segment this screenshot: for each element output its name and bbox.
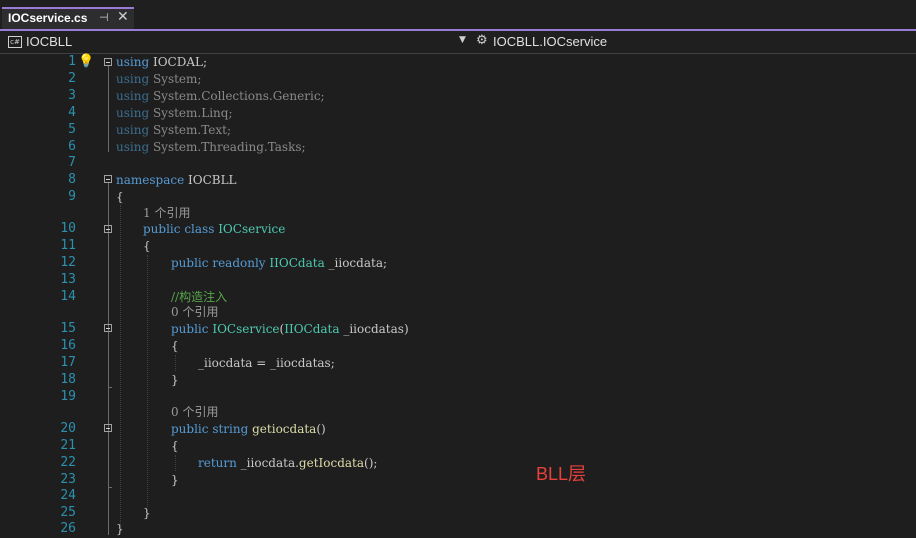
- line-number: 16: [60, 338, 76, 353]
- code-line[interactable]: public readonly IIOCdata _iiocdata;: [171, 255, 387, 272]
- class-type-icon: ⚙: [476, 33, 488, 48]
- indent-guide: [120, 205, 121, 525]
- collapse-icon[interactable]: [104, 225, 112, 233]
- project-label: IOCBLL: [26, 34, 73, 49]
- tab-title: IOCservice.cs: [8, 11, 88, 25]
- fold-end: [108, 387, 112, 388]
- line-number: 19: [60, 389, 76, 404]
- code-line[interactable]: return _iiocdata.getIocdata();: [198, 455, 377, 472]
- codelens-references[interactable]: 0 个引用: [171, 404, 218, 421]
- code-line[interactable]: }: [171, 372, 179, 389]
- line-number: 1: [68, 54, 76, 69]
- line-number: 2: [68, 71, 76, 86]
- line-number: 14: [60, 289, 76, 304]
- tab-strip: IOCservice.cs ⊣ ✕: [0, 0, 916, 29]
- codelens-references[interactable]: 0 个引用: [171, 304, 218, 321]
- line-number: 24: [60, 488, 76, 503]
- close-icon[interactable]: ✕: [117, 9, 129, 25]
- chevron-down-icon[interactable]: ▼: [459, 35, 466, 45]
- code-line[interactable]: }: [143, 505, 151, 522]
- line-number: 10: [60, 221, 76, 236]
- code-line[interactable]: using System.Linq;: [116, 105, 233, 122]
- line-number: 26: [60, 521, 76, 536]
- code-line[interactable]: {: [171, 438, 179, 455]
- csharp-project-icon: c#: [8, 36, 22, 48]
- collapse-icon[interactable]: [104, 424, 112, 432]
- editor-margin: [0, 54, 24, 536]
- code-line[interactable]: {: [171, 338, 179, 355]
- collapse-icon[interactable]: [104, 324, 112, 332]
- code-line[interactable]: }: [171, 472, 179, 489]
- lightbulb-icon[interactable]: 💡: [78, 54, 94, 69]
- code-line[interactable]: public class IOCservice: [143, 221, 285, 238]
- code-line[interactable]: public string getiocdata(): [171, 421, 326, 438]
- collapse-icon[interactable]: [104, 58, 112, 66]
- code-line[interactable]: public IOCservice(IIOCdata _iiocdatas): [171, 321, 409, 338]
- line-number: 18: [60, 372, 76, 387]
- type-dropdown[interactable]: ⚙ IOCBLL.IOCservice: [474, 33, 914, 51]
- code-line[interactable]: using IOCDAL;: [116, 54, 207, 71]
- code-line[interactable]: }: [116, 521, 124, 538]
- pin-icon[interactable]: ⊣: [99, 11, 109, 24]
- fold-line: [108, 66, 109, 152]
- code-line[interactable]: {: [143, 238, 151, 255]
- line-number: 21: [60, 438, 76, 453]
- line-number: 6: [68, 139, 76, 154]
- code-line[interactable]: _iiocdata = _iiocdatas;: [198, 355, 335, 372]
- code-line[interactable]: using System.Threading.Tasks;: [116, 139, 306, 156]
- line-number: 22: [60, 455, 76, 470]
- codelens-references[interactable]: 1 个引用: [143, 205, 190, 222]
- line-number: 17: [60, 355, 76, 370]
- tab-iocservice[interactable]: IOCservice.cs ⊣ ✕: [2, 7, 134, 29]
- code-line[interactable]: using System;: [116, 71, 201, 88]
- fold-end: [108, 487, 112, 488]
- fold-line: [108, 432, 109, 487]
- project-dropdown[interactable]: c# IOCBLL ▼: [6, 34, 469, 51]
- code-line[interactable]: using System.Collections.Generic;: [116, 88, 325, 105]
- line-number: 7: [68, 155, 76, 170]
- indent-guide: [175, 355, 176, 371]
- navigation-bar: c# IOCBLL ▼ ⚙ IOCBLL.IOCservice: [0, 31, 916, 54]
- line-number: 15: [60, 321, 76, 336]
- type-label: IOCBLL.IOCservice: [493, 34, 608, 49]
- line-number: 4: [68, 105, 76, 120]
- fold-line: [108, 332, 109, 387]
- line-number: 3: [68, 88, 76, 103]
- line-number: 13: [60, 272, 76, 287]
- indent-guide: [175, 455, 176, 471]
- line-number: 25: [60, 505, 76, 520]
- collapse-icon[interactable]: [104, 175, 112, 183]
- code-line[interactable]: using System.Text;: [116, 122, 231, 139]
- line-number: 12: [60, 255, 76, 270]
- line-number: 5: [68, 122, 76, 137]
- code-line[interactable]: {: [116, 189, 124, 206]
- indent-guide: [147, 255, 148, 507]
- line-number: 20: [60, 421, 76, 436]
- bll-layer-annotation: BLL层: [536, 464, 587, 484]
- line-number: 11: [60, 238, 76, 253]
- line-number: 23: [60, 472, 76, 487]
- line-number: 8: [68, 172, 76, 187]
- code-line[interactable]: namespace IOCBLL: [116, 172, 237, 189]
- line-number: 9: [68, 189, 76, 204]
